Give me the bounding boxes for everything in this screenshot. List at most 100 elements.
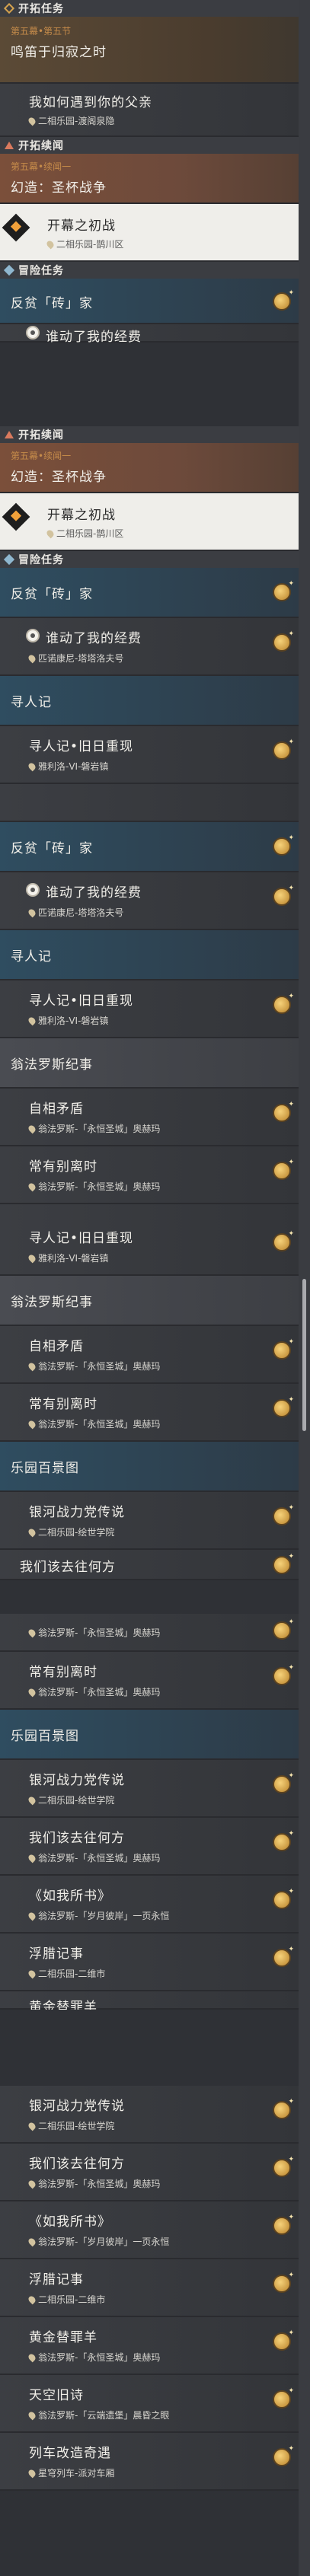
selected-marker-icon: [2, 213, 30, 242]
quest-row[interactable]: 黄金替罪羊 翁法罗斯-「永恒圣城」奥赫玛: [0, 2317, 299, 2375]
quest-group-row[interactable]: 反贫「砖」家: [0, 568, 299, 618]
trailblaze-icon: [3, 2, 15, 14]
quest-title: 我如何遇到你的父亲: [29, 95, 152, 110]
quest-row[interactable]: 自相矛盾 翁法罗斯-「永恒圣城」奥赫玛: [0, 1326, 299, 1384]
quest-title: 浮腊记事: [29, 2272, 84, 2287]
scrollbar-track[interactable]: [299, 0, 310, 2576]
quest-row[interactable]: 《如我所书》 翁法罗斯-「岁月彼岸」一页永恒: [0, 2201, 299, 2259]
quest-row[interactable]: 列车改造奇遇 星穹列车-派对车厢: [0, 2433, 299, 2491]
quest-title: 自相矛盾: [29, 1101, 84, 1117]
quest-group-row[interactable]: 乐园百景图: [0, 1710, 299, 1760]
quest-companion-row[interactable]: 第五幕•续闻一 幻造：圣杯战争: [0, 154, 299, 204]
quest-row[interactable]: 浮腊记事 二相乐园-二维市: [0, 1934, 299, 1991]
quest-row[interactable]: 《如我所书》 翁法罗斯-「岁月彼岸」一页永恒: [0, 1876, 299, 1934]
quest-row[interactable]: 我们该去往何方: [0, 1550, 299, 1580]
quest-group-row[interactable]: 反贫「砖」家: [0, 822, 299, 872]
quest-row[interactable]: 寻人记•旧日重现 雅利洛-VI-磐岩镇: [0, 726, 299, 784]
quest-location: 翁法罗斯-「永恒圣城」奥赫玛: [38, 2352, 161, 2363]
quest-title: 开幕之初战: [47, 508, 116, 523]
section-header-companion: 开拓续闻: [0, 137, 299, 154]
quest-group-row[interactable]: 寻人记: [0, 676, 299, 726]
quest-row[interactable]: 我们该去往何方 翁法罗斯-「永恒圣城」奥赫玛: [0, 1818, 299, 1876]
section-title: 开拓续闻: [18, 429, 64, 442]
quest-row[interactable]: 银河战力党传说 二相乐园-绘世学院: [0, 2086, 299, 2144]
quest-row[interactable]: 天空旧诗 翁法罗斯-「云端遗堡」晨昏之眼: [0, 2375, 299, 2433]
quest-location: 二相乐园-绘世学院: [38, 1795, 115, 1806]
quest-companion-row[interactable]: 第五幕•续闻一 幻造：圣杯战争: [0, 443, 299, 493]
quest-row[interactable]: 谁动了我的经费: [0, 324, 299, 343]
quest-title: 我们该去往何方: [29, 2157, 125, 2172]
quest-group-row[interactable]: 乐园百景图: [0, 1442, 299, 1492]
quest-title: 开幕之初战: [47, 218, 116, 234]
quest-location: 翁法罗斯-「永恒圣城」奥赫玛: [38, 1687, 161, 1698]
quest-title: 《如我所书》: [29, 1889, 111, 1904]
scrollbar-thumb[interactable]: [302, 1279, 306, 1431]
quest-title: 翁法罗斯纪事: [11, 1057, 93, 1073]
quest-row[interactable]: 银河战力党传说 二相乐园-绘世学院: [0, 1760, 299, 1818]
quest-row[interactable]: 银河战力党传说 二相乐园-绘世学院: [0, 1492, 299, 1550]
quest-title: 谁动了我的经费: [46, 631, 142, 646]
reward-icon: [273, 2098, 294, 2119]
reward-icon: [273, 1772, 294, 1793]
quest-group-row[interactable]: 反贫「砖」家: [0, 279, 299, 324]
quest-row[interactable]: 常有别离时 翁法罗斯-「永恒圣城」奥赫玛: [0, 1652, 299, 1710]
quest-location: 二相乐园-鹊川区: [56, 239, 124, 250]
reward-icon: [273, 2445, 294, 2466]
quest-title: 寻人记•旧日重现: [29, 739, 134, 754]
reward-icon: [273, 2214, 294, 2235]
quest-chapter-row[interactable]: 第五幕•第五节 鸣笛于归寂之时: [0, 17, 299, 84]
quest-row[interactable]: 黄金替罪羊: [0, 1991, 299, 2010]
quest-row[interactable]: 浮腊记事 二相乐园-二维市: [0, 2259, 299, 2317]
quest-row[interactable]: 翁法罗斯-「永恒圣城」奥赫玛: [0, 1614, 299, 1652]
quest-row-selected[interactable]: 开幕之初战 二相乐园-鹊川区: [0, 204, 299, 262]
quest-location: 雅利洛-VI-磐岩镇: [38, 1253, 109, 1264]
quest-spacer: [0, 784, 299, 822]
quest-row[interactable]: 寻人记•旧日重现 雅利洛-VI-磐岩镇: [0, 980, 299, 1038]
quest-group-row[interactable]: 寻人记: [0, 930, 299, 980]
quest-location: 翁法罗斯-「永恒圣城」奥赫玛: [38, 1853, 161, 1863]
location-pin-icon: [27, 1181, 37, 1191]
quest-title: 反贫「砖」家: [11, 587, 93, 602]
quest-type-icon: [26, 326, 40, 340]
quest-location: 匹诺康尼-塔塔洛夫号: [38, 907, 124, 918]
quest-title: 天空旧诗: [29, 2388, 84, 2403]
quest-row[interactable]: 常有别离时 翁法罗斯-「永恒圣城」奥赫玛: [0, 1146, 299, 1204]
quest-title: 鸣笛于归寂之时: [11, 45, 107, 60]
quest-group-row[interactable]: 翁法罗斯纪事: [0, 1038, 299, 1089]
reward-icon: [273, 1230, 294, 1251]
section-title: 冒险任务: [18, 554, 64, 566]
quest-title: 银河战力党传说: [29, 2099, 125, 2114]
location-pin-icon: [27, 1361, 37, 1371]
quest-row[interactable]: 寻人记•旧日重现 雅利洛-VI-磐岩镇: [0, 1218, 299, 1276]
reward-icon: [273, 834, 294, 856]
quest-location: 二相乐园-绘世学院: [38, 1527, 115, 1538]
location-pin-icon: [27, 1527, 37, 1537]
quest-location: 翁法罗斯-「云端遗堡」晨昏之眼: [38, 2410, 170, 2421]
quest-row[interactable]: 我如何遇到你的父亲 二相乐园-渡阁泉隐: [0, 84, 299, 137]
quest-row-selected[interactable]: 开幕之初战 二相乐园-鹊川区: [0, 493, 299, 551]
quest-row[interactable]: 自相矛盾 翁法罗斯-「永恒圣城」奥赫玛: [0, 1089, 299, 1146]
section-header-adventure: 冒险任务: [0, 551, 299, 568]
adventure-icon: [3, 553, 15, 566]
quest-row[interactable]: 常有别离时 翁法罗斯-「永恒圣城」奥赫玛: [0, 1384, 299, 1442]
section-title: 开拓续闻: [18, 140, 64, 152]
reward-icon: [273, 1830, 294, 1851]
quest-location: 翁法罗斯-「永恒圣城」奥赫玛: [38, 2179, 161, 2189]
quest-location: 翁法罗斯-「永恒圣城」奥赫玛: [38, 1361, 161, 1372]
quest-location: 匹诺康尼-塔塔洛夫号: [38, 653, 124, 664]
quest-title: 自相矛盾: [29, 1339, 84, 1354]
location-pin-icon: [45, 239, 56, 249]
location-pin-icon: [27, 2410, 37, 2420]
quest-row[interactable]: 谁动了我的经费 匹诺康尼-塔塔洛夫号: [0, 872, 299, 930]
quest-title: 常有别离时: [29, 1397, 97, 1412]
quest-list-frame-2: 开拓续闻 第五幕•续闻一 幻造：圣杯战争 开幕之初战 二相乐园-鹊川区 冒险任务…: [0, 426, 299, 822]
quest-list-frame-4: 寻人记•旧日重现 雅利洛-VI-磐岩镇 翁法罗斯纪事 自相矛盾 翁法罗斯-「永恒…: [0, 1218, 299, 1580]
reward-icon: [273, 1888, 294, 1909]
quest-group-row[interactable]: 翁法罗斯纪事: [0, 1276, 299, 1326]
quest-row[interactable]: 谁动了我的经费 匹诺康尼-塔塔洛夫号: [0, 618, 299, 676]
quest-title: 翁法罗斯纪事: [11, 1295, 93, 1310]
companion-icon: [5, 430, 14, 439]
quest-title: 反贫「砖」家: [11, 841, 93, 856]
quest-row[interactable]: 我们该去往何方 翁法罗斯-「永恒圣城」奥赫玛: [0, 2144, 299, 2201]
quest-title: 黄金替罪羊: [29, 2000, 97, 2010]
